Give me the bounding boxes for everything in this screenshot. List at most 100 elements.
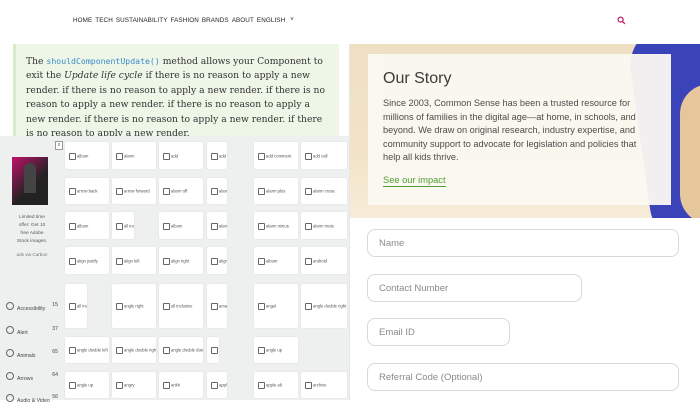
close-icon[interactable]: x <box>55 141 63 150</box>
icon-tile[interactable]: angle up <box>65 372 109 398</box>
icon-tile[interactable]: album <box>254 247 298 274</box>
icon-tile[interactable]: align left <box>112 247 156 274</box>
referral-code-input[interactable] <box>368 364 678 390</box>
icon-tile[interactable]: angle up <box>254 337 298 363</box>
category-accessibility[interactable]: Accessibility 15 <box>6 302 58 312</box>
nav-english[interactable]: ENGLISH <box>257 17 285 24</box>
email-input[interactable] <box>368 319 509 345</box>
icon-tile[interactable]: apple alt <box>254 372 298 398</box>
icon-tile[interactable]: ankh <box>159 372 203 398</box>
category-count: 64 <box>52 372 58 378</box>
icon-tile-label: angle double right <box>313 303 347 309</box>
icon-tile[interactable]: add alarm <box>207 142 227 169</box>
icon-tile[interactable]: all inclusive <box>159 284 203 328</box>
code-blockquote: The shouldComponentUpdate() method allow… <box>13 44 339 136</box>
category-alert[interactable]: Alert 37 <box>6 326 58 336</box>
icon-tile[interactable]: alarm off <box>159 178 203 204</box>
category-arrows[interactable]: Arrows 64 <box>6 372 58 382</box>
icon-tile[interactable]: all inclusive <box>65 284 87 328</box>
icon-tile[interactable]: alarm <box>112 142 156 169</box>
category-label: Alert <box>17 330 28 336</box>
method-name: shouldComponentUpdate() <box>46 56 160 66</box>
code-text-pre: The <box>26 56 47 67</box>
icon-tile[interactable]: arrow forward <box>112 178 156 204</box>
chevron-down-icon[interactable]: ˅ <box>290 17 294 24</box>
category-audio-video[interactable]: Audio & Video 56 <box>6 394 58 404</box>
icon-tile-label: alarm plus <box>266 188 286 194</box>
icon-tile-label: ankh <box>171 382 181 388</box>
nav-sustainability[interactable]: SUSTAINABILITY <box>116 17 168 24</box>
alert-icon <box>6 326 14 334</box>
glyph-icon <box>69 303 76 310</box>
top-navigation: HOME TECH SUSTAINABILITY FASHION BRANDS … <box>0 0 700 44</box>
icon-tile[interactable]: alarm on <box>207 178 227 204</box>
icon-tile-label: apple alt <box>266 382 282 388</box>
contact-number-input[interactable] <box>368 275 581 301</box>
glyph-icon <box>69 382 76 389</box>
glyph-icon <box>116 222 123 230</box>
icon-tile[interactable]: angry <box>112 372 156 398</box>
icon-tile[interactable]: apple <box>207 372 227 398</box>
nav-about[interactable]: ABOUT <box>232 17 254 24</box>
category-label: Audio & Video <box>17 398 50 404</box>
icon-tile-label: arrow back <box>77 188 98 194</box>
icon-tile[interactable]: angle double right <box>112 337 156 363</box>
contact-field[interactable] <box>367 274 582 302</box>
icon-tile[interactable]: add <box>159 142 203 169</box>
icon-tile[interactable]: align top <box>207 247 227 274</box>
name-input[interactable] <box>368 230 678 256</box>
category-count: 15 <box>52 302 58 308</box>
icon-tile[interactable]: angel <box>254 284 298 328</box>
glyph-icon <box>305 152 312 160</box>
see-impact-link[interactable]: See our impact <box>383 175 446 187</box>
icon-tile[interactable]: angle double down <box>159 337 203 363</box>
icon-tile[interactable]: align right <box>159 247 203 274</box>
nav-fashion[interactable]: FASHION <box>171 17 199 24</box>
icon-tile[interactable]: angle <box>207 337 219 363</box>
nav-home[interactable]: HOME <box>73 17 92 24</box>
icon-tile-label: align right <box>171 258 190 263</box>
icon-tile[interactable]: album <box>65 212 109 239</box>
icon-tile[interactable]: alarm minus <box>254 212 298 239</box>
icon-tile[interactable]: angle double left <box>65 337 109 363</box>
email-field[interactable] <box>367 318 510 346</box>
glyph-icon <box>69 152 76 160</box>
referral-field[interactable] <box>367 363 679 391</box>
icon-tile-label: angry <box>124 382 135 388</box>
icon-tile[interactable]: android <box>301 247 347 274</box>
category-animals[interactable]: Animals 65 <box>6 349 58 359</box>
ad-image[interactable] <box>12 157 48 205</box>
icon-tile-label: angle double down <box>171 347 203 353</box>
nav-tech[interactable]: TECH <box>95 17 113 24</box>
icon-tile-label: add comment <box>266 153 292 158</box>
glyph-icon <box>211 222 218 230</box>
icon-tile[interactable]: alarm cross <box>301 178 347 204</box>
icon-tile-label: add alarm <box>219 153 227 158</box>
icon-tile[interactable]: album <box>159 212 203 239</box>
icon-tile[interactable]: alarm <box>207 212 227 239</box>
icon-tile[interactable]: alarm plus <box>254 178 298 204</box>
icon-tile-label: album <box>171 223 183 228</box>
nav-brands[interactable]: BRANDS <box>202 17 229 24</box>
icon-tile[interactable]: align justify <box>65 247 109 274</box>
category-label: Accessibility <box>17 306 46 312</box>
glyph-icon <box>69 188 76 195</box>
icon-tile[interactable]: all inclusive <box>112 212 134 239</box>
ad-text[interactable]: Limited time offer: Get 10 free Adobe St… <box>14 214 50 246</box>
ad-attribution[interactable]: ads via Carbon <box>14 252 50 257</box>
icon-tile[interactable]: add call <box>301 142 347 169</box>
glyph-icon <box>258 382 265 389</box>
icon-tile[interactable]: amazon <box>207 284 227 328</box>
icon-tile[interactable]: archive <box>301 372 347 398</box>
icon-tile[interactable]: add comment <box>254 142 298 169</box>
animals-icon <box>6 349 14 357</box>
story-body: Since 2003, Common Sense has been a trus… <box>383 98 637 162</box>
icon-tile[interactable]: angle right <box>112 284 156 328</box>
icon-tile[interactable]: angle double right <box>301 284 347 328</box>
search-icon[interactable] <box>617 16 626 25</box>
name-field[interactable] <box>367 229 679 257</box>
icon-tile[interactable]: arrow back <box>65 178 109 204</box>
icon-tile[interactable]: alarm mute <box>301 212 347 239</box>
glyph-icon <box>211 152 218 160</box>
icon-tile[interactable]: album <box>65 142 109 169</box>
